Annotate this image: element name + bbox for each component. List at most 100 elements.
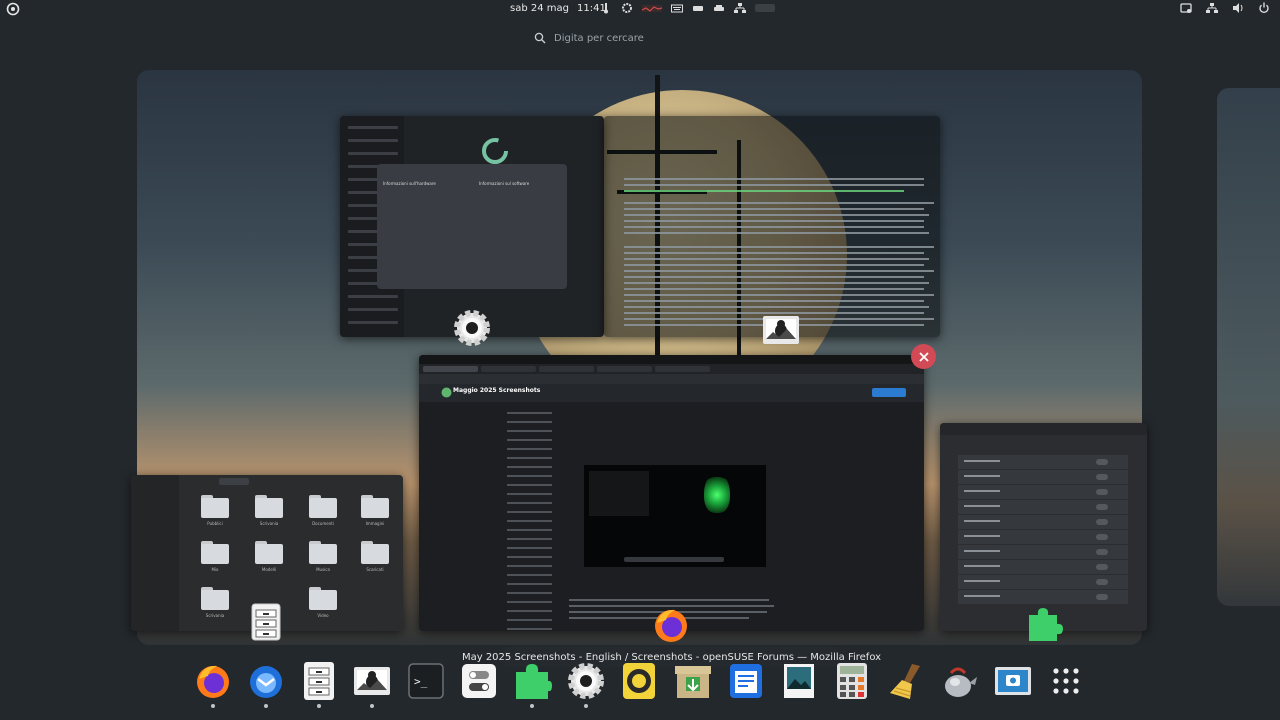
- keyboard-icon[interactable]: [671, 2, 683, 14]
- firefox-app-icon: [655, 609, 687, 642]
- system-details-dialog[interactable]: Informazioni sull'hardware Informazioni …: [377, 164, 567, 289]
- firefox-window[interactable]: Maggio 2025 Screenshots: [419, 355, 924, 631]
- screenshot-icon[interactable]: [1180, 2, 1192, 14]
- folder-item[interactable]: Scaricati: [361, 541, 389, 572]
- network-icon[interactable]: [1206, 2, 1218, 14]
- power-icon[interactable]: [1258, 2, 1270, 14]
- archive-manager-icon: [675, 666, 711, 698]
- volume-icon[interactable]: [1232, 2, 1244, 14]
- running-indicator: [317, 704, 321, 708]
- tux-screenshot-app-icon: [763, 316, 799, 344]
- settings-app-icon: [454, 310, 490, 346]
- app-grid-icon: [1053, 668, 1079, 694]
- search-icon: [534, 32, 546, 44]
- settings-window[interactable]: Informazioni sull'hardware Informazioni …: [340, 116, 604, 337]
- next-workspace-thumbnail[interactable]: [1217, 88, 1280, 606]
- car-icon[interactable]: [713, 2, 725, 14]
- hardware-info-title: Informazioni sull'hardware: [383, 181, 436, 186]
- cpu-graph-icon[interactable]: [642, 2, 662, 14]
- dock-item-firefox[interactable]: [193, 661, 233, 708]
- dock-item-tweaks[interactable]: [459, 661, 499, 701]
- terminal-prompt: >_: [414, 675, 428, 688]
- folder-item[interactable]: Modelli: [255, 541, 283, 572]
- dock-item-screenshot-tool[interactable]: [352, 661, 392, 708]
- dock-item-thunderbird[interactable]: [246, 661, 286, 708]
- close-icon: [918, 351, 929, 362]
- disk-icon[interactable]: [692, 2, 704, 14]
- forum-screenshot-image[interactable]: [584, 465, 766, 567]
- login-button[interactable]: [872, 388, 906, 397]
- search-entry[interactable]: Digita per cercare: [534, 30, 644, 46]
- firefox-titlebar: [419, 355, 924, 364]
- forum-header: Maggio 2025 Screenshots: [419, 384, 924, 402]
- dock-item-cleaner[interactable]: [886, 661, 926, 701]
- running-indicator: [584, 704, 588, 708]
- running-indicator: [370, 704, 374, 708]
- text-editor-icon: [730, 664, 762, 698]
- firefox-urlbar[interactable]: [419, 374, 924, 384]
- dock-item-calculator[interactable]: [832, 661, 872, 701]
- thunderbird-icon: [250, 666, 282, 698]
- clock[interactable]: sab 24 mag 11:41: [510, 3, 606, 14]
- gear-sync-icon[interactable]: [621, 2, 633, 14]
- dock-item-settings[interactable]: [566, 661, 606, 708]
- dock-item-image-viewer[interactable]: [779, 661, 819, 701]
- running-indicator: [530, 704, 534, 708]
- file-cabinet-app-icon: [251, 603, 281, 641]
- thermometer-icon[interactable]: [600, 2, 612, 14]
- extensions-icon: [516, 664, 552, 699]
- dock-item-screenshot[interactable]: [993, 661, 1033, 701]
- folder-item[interactable]: Scrivania: [255, 495, 283, 526]
- tux-screenshot-icon: [354, 667, 390, 695]
- folder-item[interactable]: Mio: [201, 541, 229, 572]
- search-placeholder: Digita per cercare: [554, 32, 644, 44]
- forum-sidebar: [495, 405, 575, 630]
- tweaks-icon: [462, 664, 496, 698]
- terminal-window[interactable]: [604, 116, 940, 337]
- opensuse-logo: [482, 138, 508, 164]
- dock-item-extensions[interactable]: [512, 661, 552, 708]
- clock-date: sab 24 mag: [510, 3, 569, 14]
- settings-icon: [568, 663, 604, 699]
- extensions-window[interactable]: [940, 423, 1147, 631]
- calculator-icon: [837, 663, 867, 699]
- folder-item[interactable]: Scrivania: [201, 587, 229, 618]
- tea-kettle-icon: [945, 667, 977, 697]
- dock-item-text-editor[interactable]: [726, 661, 766, 701]
- close-window-button[interactable]: [911, 344, 936, 369]
- show-apps-button[interactable]: [1046, 661, 1086, 701]
- firefox-tabstrip[interactable]: [419, 364, 924, 374]
- activities-icon[interactable]: [6, 2, 20, 16]
- extensions-app-icon: [1029, 608, 1063, 641]
- folder-item[interactable]: Immagini: [361, 495, 389, 526]
- top-bar: sab 24 mag 11:41: [0, 0, 1280, 18]
- forum-logo-icon: [441, 387, 452, 398]
- screenshot-dock: [624, 557, 724, 562]
- cleaner-icon: [890, 664, 920, 699]
- tray-placeholder: [755, 4, 775, 12]
- dock-item-terminal[interactable]: >_: [406, 661, 446, 701]
- running-indicator: [211, 704, 215, 708]
- files-pathbar[interactable]: [219, 478, 249, 485]
- speaker-icon: [623, 663, 655, 699]
- software-info-title: Informazioni sul software: [479, 181, 530, 186]
- file-cabinet-icon: [304, 662, 334, 700]
- folder-item[interactable]: Video: [309, 587, 337, 618]
- dock-item-archive-manager[interactable]: [673, 661, 713, 701]
- terminal-preview: [589, 471, 649, 516]
- bulb-wallpaper: [704, 473, 730, 513]
- folder-item[interactable]: Musica: [309, 541, 337, 572]
- folder-item[interactable]: Documenti: [309, 495, 337, 526]
- dock-item-audio[interactable]: [619, 661, 659, 701]
- system-status-area[interactable]: [1180, 2, 1270, 14]
- dash-dock: >_: [0, 655, 1280, 715]
- dock-item-files[interactable]: [299, 661, 339, 708]
- firefox-icon: [197, 665, 229, 698]
- image-viewer-icon: [784, 664, 814, 698]
- network-tree-icon[interactable]: [734, 2, 746, 14]
- extensions-titlebar: [940, 423, 1147, 435]
- dock-item-kettle[interactable]: [939, 661, 979, 701]
- forum-page-title: Maggio 2025 Screenshots: [453, 387, 541, 394]
- folder-item[interactable]: Pubblici: [201, 495, 229, 526]
- indicator-tray: [600, 2, 775, 14]
